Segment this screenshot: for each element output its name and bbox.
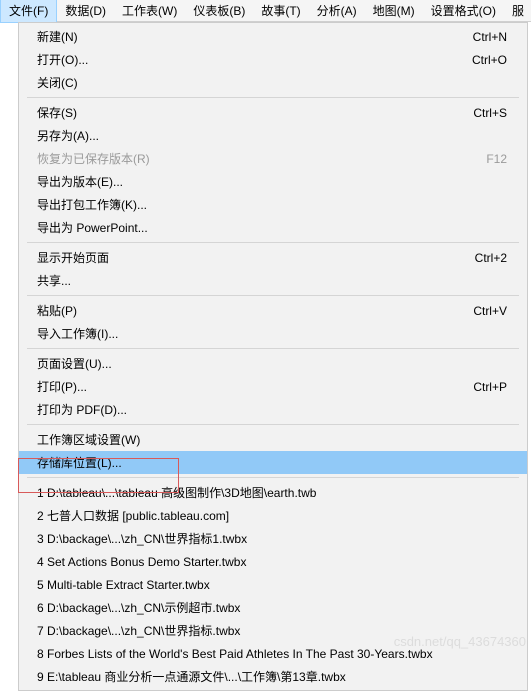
menu-item-0-2[interactable]: 关闭(C)	[19, 71, 527, 94]
menu-item-0-1[interactable]: 打开(O)... Ctrl+O	[19, 48, 527, 71]
menu-item-1-0[interactable]: 保存(S) Ctrl+S	[19, 101, 527, 124]
menu-item-4-2[interactable]: 打印为 PDF(D)...	[19, 398, 527, 421]
menu-item-label: 导出为 PowerPoint...	[37, 219, 148, 236]
menu-item-1-1[interactable]: 另存为(A)...	[19, 124, 527, 147]
menu-item-6-3[interactable]: 4 Set Actions Bonus Demo Starter.twbx	[19, 550, 527, 573]
menu-item-6-0[interactable]: 1 D:\tableau\...\tableau 高级图制作\3D地图\eart…	[19, 481, 527, 504]
menu-item-label: 粘贴(P)	[37, 302, 77, 319]
menu-item-label: 4 Set Actions Bonus Demo Starter.twbx	[37, 555, 246, 569]
menu-item-label: 显示开始页面	[37, 249, 109, 266]
menubar-item-6[interactable]: 地图(M)	[365, 0, 423, 22]
menu-item-label: 保存(S)	[37, 104, 77, 121]
menu-item-label: 另存为(A)...	[37, 127, 99, 144]
menu-item-label: 存储库位置(L)...	[37, 454, 122, 471]
menu-item-label: 打开(O)...	[37, 51, 88, 68]
menu-item-label: 6 D:\backage\...\zh_CN\示例超市.twbx	[37, 599, 240, 616]
menu-item-3-1[interactable]: 导入工作簿(I)...	[19, 322, 527, 345]
menubar-item-7[interactable]: 设置格式(O)	[423, 0, 504, 22]
menu-item-2-1[interactable]: 共享...	[19, 269, 527, 292]
menu-item-label: 5 Multi-table Extract Starter.twbx	[37, 578, 210, 592]
menu-separator	[27, 295, 519, 296]
menu-item-4-0[interactable]: 页面设置(U)...	[19, 352, 527, 375]
menu-item-6-6[interactable]: 7 D:\backage\...\zh_CN\世界指标.twbx	[19, 619, 527, 642]
menu-item-label: 导出为版本(E)...	[37, 173, 123, 190]
menu-item-label: 9 E:\tableau 商业分析一点通源文件\...\工作簿\第13章.twb…	[37, 668, 346, 685]
menu-item-label: 工作簿区域设置(W)	[37, 431, 140, 448]
menu-item-5-0[interactable]: 工作簿区域设置(W)	[19, 428, 527, 451]
menu-item-label: 1 D:\tableau\...\tableau 高级图制作\3D地图\eart…	[37, 484, 316, 501]
menu-item-label: 新建(N)	[37, 28, 78, 45]
menu-item-label: 导入工作簿(I)...	[37, 325, 118, 342]
menu-item-2-0[interactable]: 显示开始页面 Ctrl+2	[19, 246, 527, 269]
menu-item-label: 导出打包工作簿(K)...	[37, 196, 147, 213]
menu-separator	[27, 477, 519, 478]
menu-item-shortcut: Ctrl+2	[475, 251, 507, 265]
file-menu-dropdown: 新建(N) Ctrl+N 打开(O)... Ctrl+O 关闭(C) 保存(S) Ctrl+…	[18, 22, 528, 691]
menu-separator	[27, 242, 519, 243]
menubar-item-3[interactable]: 仪表板(B)	[185, 0, 253, 22]
menubar-item-5[interactable]: 分析(A)	[309, 0, 365, 22]
menu-item-3-0[interactable]: 粘贴(P) Ctrl+V	[19, 299, 527, 322]
menu-item-1-5[interactable]: 导出为 PowerPoint...	[19, 216, 527, 239]
menu-item-0-0[interactable]: 新建(N) Ctrl+N	[19, 25, 527, 48]
menubar-item-8[interactable]: 服	[504, 0, 531, 22]
menu-item-label: 打印为 PDF(D)...	[37, 401, 127, 418]
menu-item-label: 关闭(C)	[37, 74, 78, 91]
menu-item-label: 7 D:\backage\...\zh_CN\世界指标.twbx	[37, 622, 240, 639]
menu-item-shortcut: F12	[486, 152, 507, 166]
menubar-item-1[interactable]: 数据(D)	[57, 0, 114, 22]
menu-item-6-5[interactable]: 6 D:\backage\...\zh_CN\示例超市.twbx	[19, 596, 527, 619]
menu-item-label: 2 七普人口数据 [public.tableau.com]	[37, 507, 229, 524]
menubar-item-2[interactable]: 工作表(W)	[114, 0, 185, 22]
menu-item-label: 3 D:\backage\...\zh_CN\世界指标1.twbx	[37, 530, 247, 547]
menu-item-6-7[interactable]: 8 Forbes Lists of the World's Best Paid …	[19, 642, 527, 665]
menu-separator	[27, 97, 519, 98]
menu-item-shortcut: Ctrl+P	[473, 380, 507, 394]
menu-item-6-2[interactable]: 3 D:\backage\...\zh_CN\世界指标1.twbx	[19, 527, 527, 550]
menu-item-1-2: 恢复为已保存版本(R) F12	[19, 147, 527, 170]
menu-item-label: 打印(P)...	[37, 378, 87, 395]
menubar-item-4[interactable]: 故事(T)	[253, 0, 308, 22]
menu-item-4-1[interactable]: 打印(P)... Ctrl+P	[19, 375, 527, 398]
menu-item-label: 8 Forbes Lists of the World's Best Paid …	[37, 647, 433, 661]
menu-item-1-4[interactable]: 导出打包工作簿(K)...	[19, 193, 527, 216]
menu-item-shortcut: Ctrl+N	[473, 30, 507, 44]
menu-item-label: 恢复为已保存版本(R)	[37, 150, 150, 167]
menu-separator	[27, 348, 519, 349]
menu-item-shortcut: Ctrl+S	[473, 106, 507, 120]
menu-item-6-8[interactable]: 9 E:\tableau 商业分析一点通源文件\...\工作簿\第13章.twb…	[19, 665, 527, 688]
menu-item-6-1[interactable]: 2 七普人口数据 [public.tableau.com]	[19, 504, 527, 527]
menu-item-label: 共享...	[37, 272, 71, 289]
menu-item-6-4[interactable]: 5 Multi-table Extract Starter.twbx	[19, 573, 527, 596]
menu-item-shortcut: Ctrl+O	[472, 53, 507, 67]
menubar: 文件(F)数据(D)工作表(W)仪表板(B)故事(T)分析(A)地图(M)设置格…	[0, 0, 531, 22]
menu-item-5-1[interactable]: 存储库位置(L)...	[19, 451, 527, 474]
menu-item-shortcut: Ctrl+V	[473, 304, 507, 318]
menu-separator	[27, 424, 519, 425]
menu-item-1-3[interactable]: 导出为版本(E)...	[19, 170, 527, 193]
menu-item-label: 页面设置(U)...	[37, 355, 112, 372]
menubar-item-0[interactable]: 文件(F)	[0, 0, 57, 23]
